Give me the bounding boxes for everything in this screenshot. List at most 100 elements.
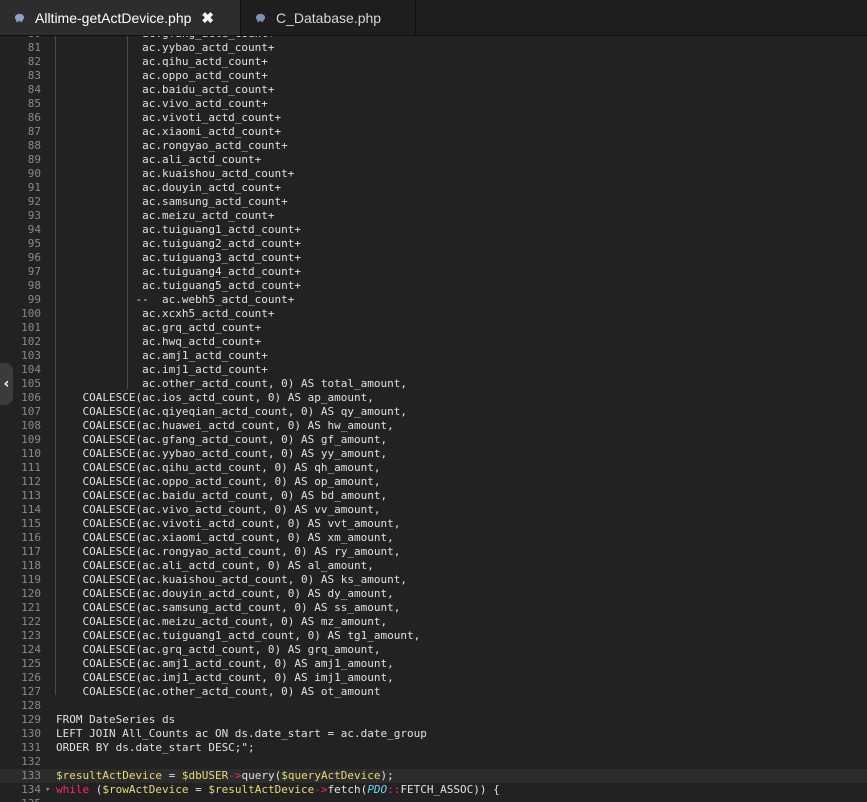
collapse-sidebar-button[interactable]: ‹: [0, 363, 13, 405]
line-number: 115: [21, 517, 41, 530]
line-number: 113: [21, 489, 41, 502]
code-line: 131 ORDER BY ds.date_start DESC;";: [0, 741, 867, 755]
code-text: ac.grq_actd_count+: [56, 321, 262, 334]
code-line: 107 COALESCE(ac.qiyeqian_actd_count, 0) …: [0, 405, 867, 419]
code-line: 117 COALESCE(ac.rongyao_actd_count, 0) A…: [0, 545, 867, 559]
code-text: ac.douyin_actd_count+: [56, 181, 282, 194]
code-line: 122 COALESCE(ac.meizu_actd_count, 0) AS …: [0, 615, 867, 629]
code-line: 89 ac.ali_actd_count+: [0, 153, 867, 167]
code-text: COALESCE(ac.samsung_actd_count, 0) AS ss…: [56, 601, 401, 614]
code-line: 100 ac.xcxh5_actd_count+: [0, 307, 867, 321]
code-line: 123 COALESCE(ac.tuiguang1_actd_count, 0)…: [0, 629, 867, 643]
line-number: 86: [27, 111, 41, 124]
tab-bar: Alltime-getActDevice.php ✖ C_Database.ph…: [0, 0, 867, 36]
code-line: 84 ac.baidu_actd_count+: [0, 83, 867, 97]
code-line: 92 ac.samsung_actd_count+: [0, 195, 867, 209]
line-number: 92: [27, 195, 41, 208]
code-line: 113 COALESCE(ac.baidu_actd_count, 0) AS …: [0, 489, 867, 503]
line-number: 110: [21, 447, 41, 460]
line-number: 98: [27, 279, 41, 292]
code-text: ac.hwq_actd_count+: [56, 335, 262, 348]
code-line: 97 ac.tuiguang4_actd_count+: [0, 265, 867, 279]
line-number: 128: [21, 699, 41, 712]
line-number: 131: [21, 741, 41, 754]
line-number: 118: [21, 559, 41, 572]
code-text: COALESCE(ac.huawei_actd_count, 0) AS hw_…: [56, 419, 394, 432]
line-number: 84: [27, 83, 41, 96]
line-number: 117: [21, 545, 41, 558]
code-line: 112 COALESCE(ac.oppo_actd_count, 0) AS o…: [0, 475, 867, 489]
code-line: 86 ac.vivoti_actd_count+: [0, 111, 867, 125]
code-line: 93 ac.meizu_actd_count+: [0, 209, 867, 223]
line-number: 90: [27, 167, 41, 180]
code-line: 87 ac.xiaomi_actd_count+: [0, 125, 867, 139]
code-line: 99 -- ac.webh5_actd_count+: [0, 293, 867, 307]
chevron-left-icon: ‹: [3, 376, 10, 392]
code-line: 124 COALESCE(ac.grq_actd_count, 0) AS gr…: [0, 643, 867, 657]
code-text: $resultActDevice = $dbUSER->query($query…: [56, 769, 394, 782]
tab-alltime-getactdevice[interactable]: Alltime-getActDevice.php ✖: [0, 0, 240, 35]
code-text: ac.oppo_actd_count+: [56, 69, 268, 82]
line-number: 121: [21, 601, 41, 614]
tab-c-database[interactable]: C_Database.php: [240, 0, 416, 35]
code-text: ac.yybao_actd_count+: [56, 41, 275, 54]
code-text: COALESCE(ac.vivoti_actd_count, 0) AS vvt…: [56, 517, 401, 530]
code-text: COALESCE(ac.baidu_actd_count, 0) AS bd_a…: [56, 489, 388, 502]
code-text: ac.kuaishou_actd_count+: [56, 167, 295, 180]
code-text: ORDER BY ds.date_start DESC;";: [56, 741, 255, 754]
line-number: 108: [21, 419, 41, 432]
line-number: 130: [21, 727, 41, 740]
line-number: 133: [21, 769, 41, 782]
code-line: 135: [0, 797, 867, 802]
code-line: 106 COALESCE(ac.ios_actd_count, 0) AS ap…: [0, 391, 867, 405]
line-number: 102: [21, 335, 41, 348]
code-text: COALESCE(ac.oppo_actd_count, 0) AS op_am…: [56, 475, 381, 488]
code-line: 116 COALESCE(ac.xiaomi_actd_count, 0) AS…: [0, 531, 867, 545]
code-text: FROM DateSeries ds: [56, 713, 176, 726]
php-elephant-icon: [255, 13, 266, 23]
code-text: ac.tuiguang1_actd_count+: [56, 223, 302, 236]
code-lines: 80 ac.gfang_actd_count+81 ac.yybao_actd_…: [0, 36, 867, 802]
line-number: 97: [27, 265, 41, 278]
code-text: ac.rongyao_actd_count+: [56, 139, 288, 152]
code-line: 126 COALESCE(ac.imj1_actd_count, 0) AS i…: [0, 671, 867, 685]
line-number: 116: [21, 531, 41, 544]
code-text: ac.tuiguang4_actd_count+: [56, 265, 302, 278]
line-number: 101: [21, 321, 41, 334]
line-number: 123: [21, 629, 41, 642]
line-number: 94: [27, 223, 41, 236]
code-line: 91 ac.douyin_actd_count+: [0, 181, 867, 195]
code-line: 81 ac.yybao_actd_count+: [0, 41, 867, 55]
code-line: 104 ac.imj1_actd_count+: [0, 363, 867, 377]
line-number: 82: [27, 55, 41, 68]
code-line: 82 ac.qihu_actd_count+: [0, 55, 867, 69]
line-number: 122: [21, 615, 41, 628]
code-line: 118 COALESCE(ac.ali_actd_count, 0) AS al…: [0, 559, 867, 573]
code-text: ac.tuiguang5_actd_count+: [56, 279, 302, 292]
code-editor[interactable]: 80 ac.gfang_actd_count+81 ac.yybao_actd_…: [0, 36, 867, 802]
line-number: 126: [21, 671, 41, 684]
code-line: 105 ac.other_actd_count, 0) AS total_amo…: [0, 377, 867, 391]
code-text: COALESCE(ac.xiaomi_actd_count, 0) AS xm_…: [56, 531, 394, 544]
code-text: COALESCE(ac.ios_actd_count, 0) AS ap_amo…: [56, 391, 374, 404]
line-number: 120: [21, 587, 41, 600]
code-text: COALESCE(ac.amj1_actd_count, 0) AS amj1_…: [56, 657, 394, 670]
code-text: ac.samsung_actd_count+: [56, 195, 288, 208]
line-number: 111: [21, 461, 41, 474]
code-text: COALESCE(ac.gfang_actd_count, 0) AS gf_a…: [56, 433, 388, 446]
code-text: COALESCE(ac.qiyeqian_actd_count, 0) AS q…: [56, 405, 407, 418]
line-number: 96: [27, 251, 41, 264]
code-line: 125 COALESCE(ac.amj1_actd_count, 0) AS a…: [0, 657, 867, 671]
fold-arrow-icon[interactable]: ▾: [45, 783, 53, 797]
line-number: 95: [27, 237, 41, 250]
line-number: 135: [0, 797, 41, 802]
close-icon[interactable]: ✖: [201, 9, 214, 27]
code-text: ac.vivoti_actd_count+: [56, 111, 282, 124]
code-text: COALESCE(ac.rongyao_actd_count, 0) AS ry…: [56, 545, 401, 558]
line-number: 93: [27, 209, 41, 222]
line-number: 88: [27, 139, 41, 152]
code-line: 127 COALESCE(ac.other_actd_count, 0) AS …: [0, 685, 867, 699]
code-text: ac.vivo_actd_count+: [56, 97, 268, 110]
code-line: 108 COALESCE(ac.huawei_actd_count, 0) AS…: [0, 419, 867, 433]
code-text: COALESCE(ac.yybao_actd_count, 0) AS yy_a…: [56, 447, 388, 460]
